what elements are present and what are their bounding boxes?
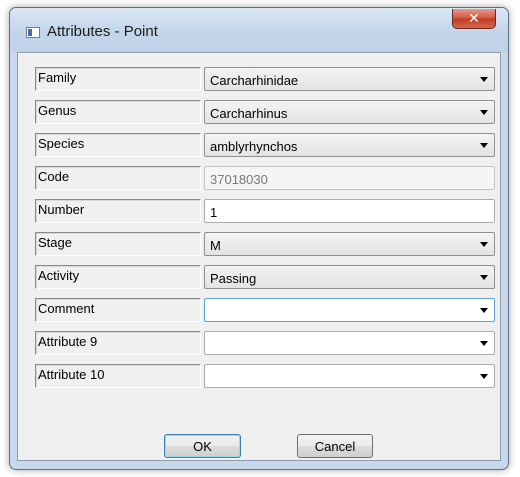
number-value: 1 (210, 205, 218, 220)
field-row-comment: Comment (18, 298, 500, 324)
comment-label: Comment (35, 298, 201, 322)
field-row-genus: Genus Carcharhinus (18, 100, 500, 126)
app-window-icon (26, 27, 40, 38)
chevron-down-icon (480, 341, 488, 346)
field-row-activity: Activity Passing (18, 265, 500, 291)
ok-button[interactable]: OK (164, 434, 241, 458)
cancel-button-label: Cancel (314, 438, 356, 454)
chevron-down-icon (480, 143, 488, 148)
attribute-9-label: Attribute 9 (35, 331, 201, 355)
stage-label: Stage (35, 232, 201, 256)
ok-button-label: OK (193, 438, 212, 454)
family-label: Family (35, 67, 201, 91)
attributes-dialog: Attributes - Point ✕ Family Carcharhinid… (9, 7, 509, 470)
stage-dropdown[interactable]: M (204, 232, 495, 256)
chevron-down-icon (480, 110, 488, 115)
cancel-button[interactable]: Cancel (297, 434, 373, 458)
number-label: Number (35, 199, 201, 223)
attribute-10-dropdown[interactable] (204, 364, 495, 388)
genus-value: Carcharhinus (210, 106, 288, 121)
attribute-10-label: Attribute 10 (35, 364, 201, 388)
close-button[interactable]: ✕ (452, 9, 496, 29)
code-field: 37018030 (204, 166, 495, 190)
field-row-attribute-9: Attribute 9 (18, 331, 500, 357)
field-row-stage: Stage M (18, 232, 500, 258)
chevron-down-icon (480, 275, 488, 280)
chevron-down-icon (480, 374, 488, 379)
close-icon: ✕ (468, 10, 480, 27)
dialog-title: Attributes - Point (47, 23, 158, 40)
chevron-down-icon (480, 242, 488, 247)
genus-dropdown[interactable]: Carcharhinus (204, 100, 495, 124)
attribute-9-dropdown[interactable] (204, 331, 495, 355)
family-dropdown[interactable]: Carcharhinidae (204, 67, 495, 91)
title-bar[interactable]: Attributes - Point ✕ (10, 8, 508, 52)
field-row-species: Species amblyrhynchos (18, 133, 500, 159)
activity-value: Passing (210, 271, 257, 286)
family-value: Carcharhinidae (210, 73, 299, 88)
chevron-down-icon (480, 77, 488, 82)
chevron-down-icon (480, 308, 488, 313)
species-value: amblyrhynchos (210, 139, 298, 154)
dialog-body: Family Carcharhinidae Genus Carcharhinus… (17, 52, 501, 461)
field-row-attribute-10: Attribute 10 (18, 364, 500, 390)
activity-label: Activity (35, 265, 201, 289)
number-input[interactable]: 1 (204, 199, 495, 223)
stage-value: M (210, 238, 221, 253)
genus-label: Genus (35, 100, 201, 124)
field-row-family: Family Carcharhinidae (18, 67, 500, 93)
field-row-code: Code 37018030 (18, 166, 500, 192)
species-dropdown[interactable]: amblyrhynchos (204, 133, 495, 157)
field-row-number: Number 1 (18, 199, 500, 225)
code-value: 37018030 (210, 172, 268, 187)
species-label: Species (35, 133, 201, 157)
code-label: Code (35, 166, 201, 190)
comment-dropdown[interactable] (204, 298, 495, 322)
activity-dropdown[interactable]: Passing (204, 265, 495, 289)
